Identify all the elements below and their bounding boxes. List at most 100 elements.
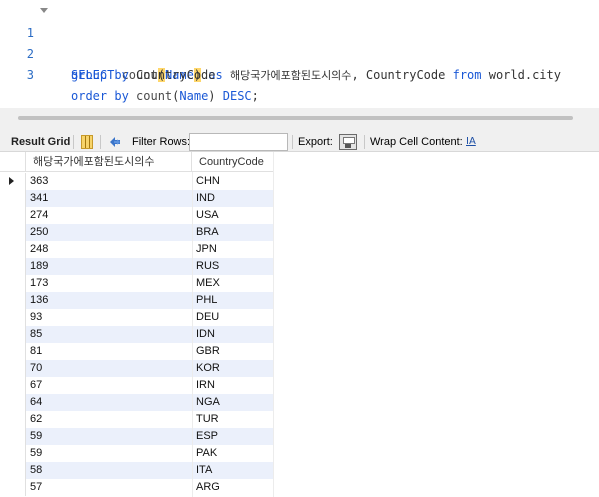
row-selector[interactable] bbox=[0, 479, 26, 496]
cell-countrycode[interactable]: RUS bbox=[192, 258, 274, 275]
table-row[interactable]: 274 USA bbox=[0, 207, 274, 224]
grid-view-icon[interactable] bbox=[81, 135, 93, 149]
cell-countrycode[interactable]: MEX bbox=[192, 275, 274, 292]
cell-city-count[interactable]: 62 bbox=[26, 411, 192, 428]
cell-city-count[interactable]: 363 bbox=[26, 173, 192, 190]
row-selector[interactable] bbox=[0, 275, 26, 292]
cell-countrycode[interactable]: NGA bbox=[192, 394, 274, 411]
code-token: , CountryCode bbox=[351, 68, 453, 82]
table-row[interactable]: 248 JPN bbox=[0, 241, 274, 258]
table-row[interactable]: 62 TUR bbox=[0, 411, 274, 428]
grid-right-edge bbox=[273, 152, 274, 497]
table-row[interactable]: 363 CHN bbox=[0, 173, 274, 190]
cell-countrycode[interactable]: CHN bbox=[192, 173, 274, 190]
table-row[interactable]: 81 GBR bbox=[0, 343, 274, 360]
row-selector[interactable] bbox=[0, 360, 26, 377]
cell-city-count[interactable]: 248 bbox=[26, 241, 192, 258]
result-grid-tab[interactable]: Result Grid bbox=[11, 132, 70, 152]
grid-header-row: 해당국가에포함된도시의수 CountryCode bbox=[0, 152, 274, 172]
scrollbar-thumb[interactable] bbox=[18, 116, 573, 120]
cell-city-count[interactable]: 64 bbox=[26, 394, 192, 411]
cell-city-count[interactable]: 341 bbox=[26, 190, 192, 207]
cell-city-count[interactable]: 58 bbox=[26, 462, 192, 479]
cell-countrycode[interactable]: KOR bbox=[192, 360, 274, 377]
table-row[interactable]: 250 BRA bbox=[0, 224, 274, 241]
table-row[interactable]: 136 PHL bbox=[0, 292, 274, 309]
column-header-countrycode[interactable]: CountryCode bbox=[192, 152, 274, 172]
table-row[interactable]: 67 IRN bbox=[0, 377, 274, 394]
table-row[interactable]: 189 RUS bbox=[0, 258, 274, 275]
cell-countrycode[interactable]: IDN bbox=[192, 326, 274, 343]
row-selector[interactable] bbox=[0, 241, 26, 258]
row-selector[interactable] bbox=[0, 394, 26, 411]
cell-city-count[interactable]: 59 bbox=[26, 445, 192, 462]
cell-countrycode[interactable]: IND bbox=[192, 190, 274, 207]
result-grid[interactable]: 해당국가에포함된도시의수 CountryCode 363 CHN 341 IND 274… bbox=[0, 152, 274, 497]
row-selector[interactable] bbox=[0, 343, 26, 360]
cell-city-count[interactable]: 136 bbox=[26, 292, 192, 309]
row-selector[interactable] bbox=[0, 258, 26, 275]
cell-countrycode[interactable]: IRN bbox=[192, 377, 274, 394]
cell-city-count[interactable]: 59 bbox=[26, 428, 192, 445]
cell-city-count[interactable]: 70 bbox=[26, 360, 192, 377]
cell-city-count[interactable]: 274 bbox=[26, 207, 192, 224]
editor-horizontal-scrollbar[interactable] bbox=[0, 108, 599, 132]
current-row-arrow-icon bbox=[9, 177, 14, 185]
row-selector[interactable] bbox=[0, 309, 26, 326]
line-number: 3 bbox=[26, 68, 34, 82]
table-row[interactable]: 58 ITA bbox=[0, 462, 274, 479]
table-row[interactable]: 64 NGA bbox=[0, 394, 274, 411]
table-row[interactable]: 59 ESP bbox=[0, 428, 274, 445]
table-row[interactable]: 57 ARG bbox=[0, 479, 274, 496]
row-selector[interactable] bbox=[0, 292, 26, 309]
cell-countrycode[interactable]: PAK bbox=[192, 445, 274, 462]
cell-countrycode[interactable]: ESP bbox=[192, 428, 274, 445]
cell-countrycode[interactable]: ITA bbox=[192, 462, 274, 479]
table-row[interactable]: 173 MEX bbox=[0, 275, 274, 292]
row-selector[interactable] bbox=[0, 190, 26, 207]
cell-city-count[interactable]: 81 bbox=[26, 343, 192, 360]
row-selector[interactable] bbox=[0, 224, 26, 241]
row-selector[interactable] bbox=[0, 462, 26, 479]
row-selector[interactable] bbox=[0, 411, 26, 428]
code-text[interactable]: group by CountryCode bbox=[71, 65, 216, 86]
sql-editor[interactable]: 1 SELECT count(Name) as 해당국가에포함된도시의수, Co… bbox=[0, 0, 599, 108]
row-selector[interactable] bbox=[0, 207, 26, 224]
cell-city-count[interactable]: 57 bbox=[26, 479, 192, 496]
code-text[interactable]: order by count(Name) DESC; bbox=[71, 86, 259, 107]
export-icon[interactable] bbox=[339, 134, 357, 150]
cell-countrycode[interactable]: TUR bbox=[192, 411, 274, 428]
filter-rows-input[interactable] bbox=[189, 133, 288, 151]
code-line-1[interactable]: 1 SELECT count(Name) as 해당국가에포함된도시의수, Co… bbox=[0, 2, 599, 82]
cell-countrycode[interactable]: USA bbox=[192, 207, 274, 224]
table-row[interactable]: 70 KOR bbox=[0, 360, 274, 377]
row-selector[interactable] bbox=[0, 445, 26, 462]
column-header-city-count[interactable]: 해당국가에포함된도시의수 bbox=[26, 152, 192, 172]
cell-countrycode[interactable]: PHL bbox=[192, 292, 274, 309]
cell-countrycode[interactable]: JPN bbox=[192, 241, 274, 258]
row-selector[interactable] bbox=[0, 326, 26, 343]
row-selector[interactable] bbox=[0, 173, 26, 190]
cell-city-count[interactable]: 93 bbox=[26, 309, 192, 326]
scrollbar-track[interactable] bbox=[18, 116, 573, 124]
cell-city-count[interactable]: 189 bbox=[26, 258, 192, 275]
cell-countrycode[interactable]: DEU bbox=[192, 309, 274, 326]
cell-city-count[interactable]: 85 bbox=[26, 326, 192, 343]
refresh-icon[interactable] bbox=[108, 135, 122, 149]
code-line-2[interactable]: 2 group by CountryCode bbox=[0, 23, 599, 82]
cell-countrycode[interactable]: ARG bbox=[192, 479, 274, 496]
row-selector[interactable] bbox=[0, 428, 26, 445]
table-row[interactable]: 93 DEU bbox=[0, 309, 274, 326]
cell-city-count[interactable]: 173 bbox=[26, 275, 192, 292]
code-line-3[interactable]: 3 order by count(Name) DESC; bbox=[0, 44, 599, 103]
row-selector-header[interactable] bbox=[0, 152, 26, 172]
wrap-cell-content-icon[interactable]: IA bbox=[466, 135, 478, 149]
table-row[interactable]: 59 PAK bbox=[0, 445, 274, 462]
cell-city-count[interactable]: 250 bbox=[26, 224, 192, 241]
row-selector[interactable] bbox=[0, 377, 26, 394]
table-row[interactable]: 341 IND bbox=[0, 190, 274, 207]
cell-city-count[interactable]: 67 bbox=[26, 377, 192, 394]
table-row[interactable]: 85 IDN bbox=[0, 326, 274, 343]
cell-countrycode[interactable]: GBR bbox=[192, 343, 274, 360]
cell-countrycode[interactable]: BRA bbox=[192, 224, 274, 241]
